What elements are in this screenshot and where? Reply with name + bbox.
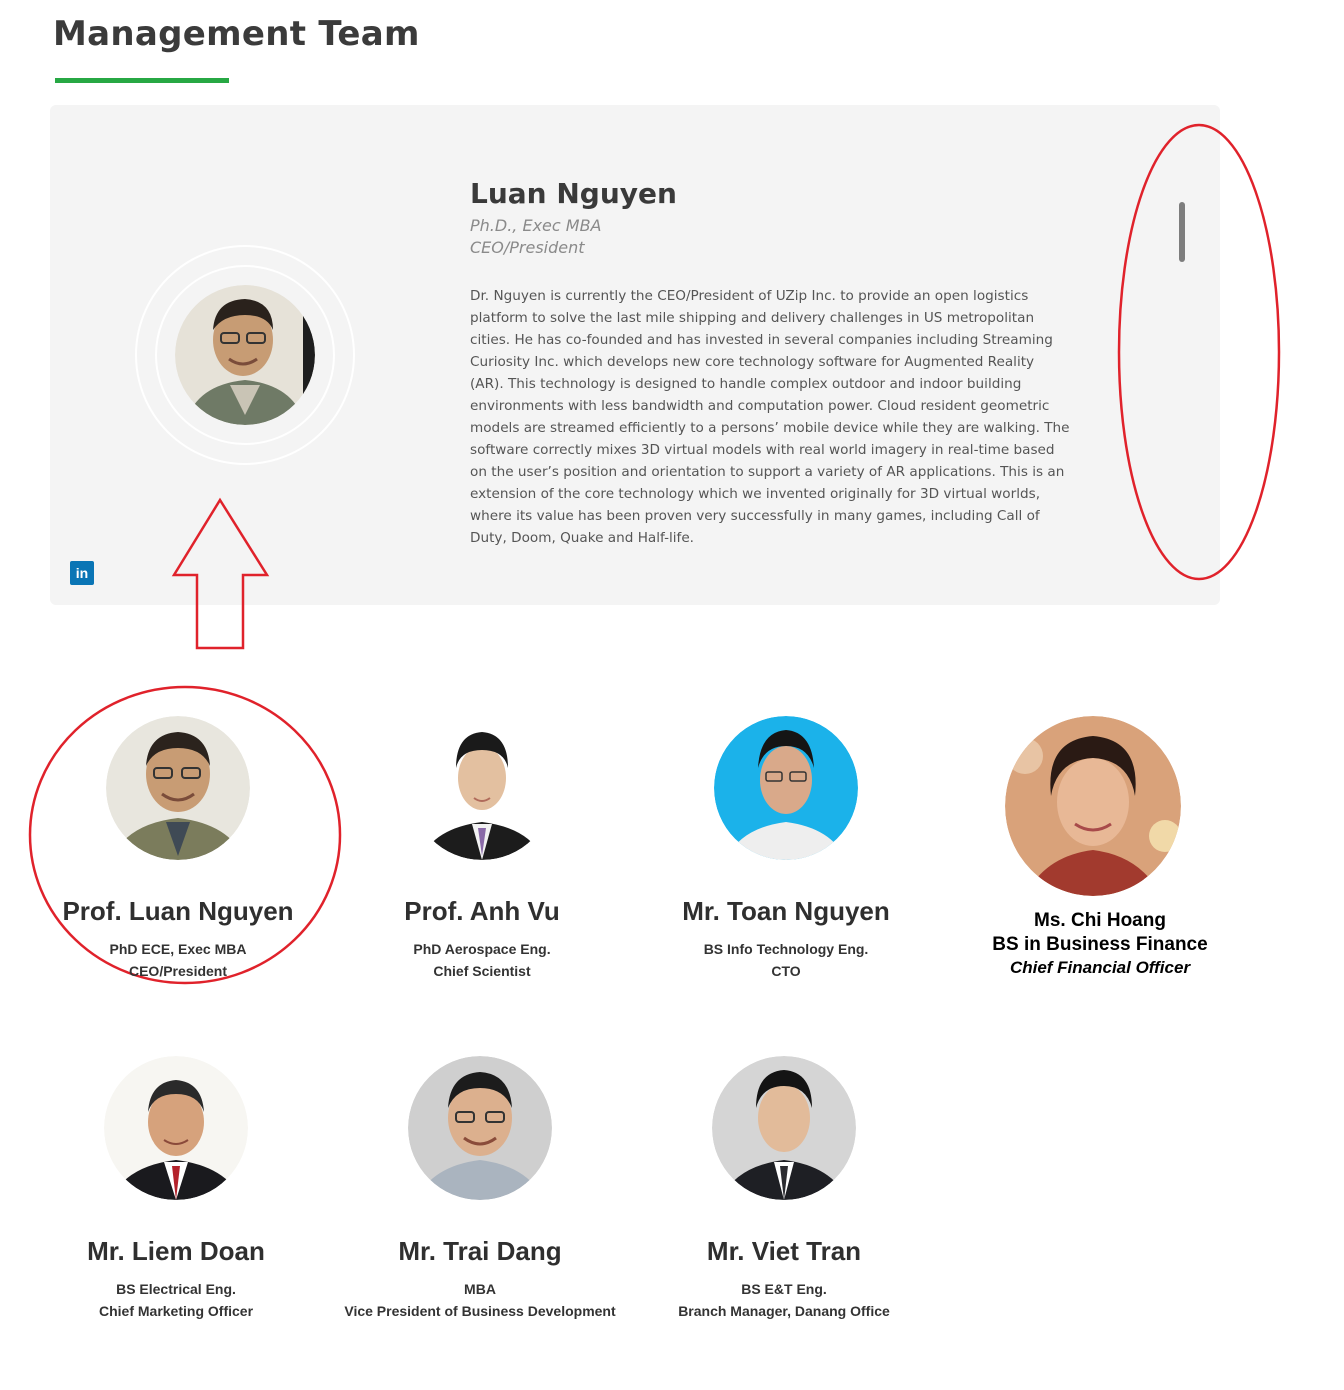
bio-scrollbar[interactable] (1178, 202, 1186, 602)
scrollbar-thumb[interactable] (1179, 202, 1185, 262)
member-avatar (106, 716, 250, 860)
member-avatar (714, 716, 858, 860)
member-role: Chief Marketing Officer (98, 1303, 254, 1319)
member-degree: BS Electrical Eng. (116, 1281, 236, 1297)
member-name: Prof. Luan Nguyen (62, 896, 294, 926)
avatar-rings (135, 245, 355, 465)
member-role: Chief Financial Officer (1009, 958, 1191, 977)
profile-detail-card: Luan Nguyen Ph.D., Exec MBA CEO/Presiden… (50, 105, 1220, 605)
title-underline (55, 78, 229, 83)
team-member-card[interactable]: Prof. Luan Nguyen PhD ECE, Exec MBA CEO/… (28, 716, 328, 986)
profile-degree: Ph.D., Exec MBA (470, 216, 602, 235)
member-degree: BS in Business Finance (992, 934, 1208, 955)
team-member-card[interactable]: Mr. Toan Nguyen BS Info Technology Eng. … (636, 716, 936, 986)
member-name: Ms. Chi Hoang (1034, 910, 1166, 931)
member-name: Mr. Trai Dang (398, 1236, 562, 1266)
member-role: Branch Manager, Danang Office (678, 1303, 890, 1319)
member-role: Vice President of Business Development (344, 1303, 616, 1319)
member-avatar (1005, 716, 1181, 896)
profile-avatar (175, 285, 315, 425)
member-name: Mr. Liem Doan (87, 1236, 265, 1266)
member-role: Chief Scientist (433, 963, 531, 979)
member-avatar (104, 1056, 248, 1200)
member-name: Prof. Anh Vu (404, 896, 560, 926)
team-member-card[interactable]: Mr. Viet Tran BS E&T Eng. Branch Manager… (634, 1056, 934, 1326)
member-avatar (408, 1056, 552, 1200)
team-member-card[interactable]: Prof. Anh Vu PhD Aerospace Eng. Chief Sc… (332, 716, 632, 986)
member-degree: PhD ECE, Exec MBA (109, 941, 247, 957)
member-avatar (712, 1056, 856, 1200)
member-degree: MBA (464, 1281, 496, 1297)
profile-role: CEO/President (470, 238, 585, 257)
team-member-card[interactable]: Mr. Trai Dang MBA Vice President of Busi… (330, 1056, 630, 1326)
member-name: Mr. Viet Tran (706, 1236, 862, 1266)
profile-name: Luan Nguyen (470, 177, 677, 210)
team-member-card[interactable]: Ms. Chi Hoang BS in Business Finance Chi… (950, 716, 1250, 986)
member-role: CEO/President (128, 963, 228, 979)
linkedin-icon[interactable]: in (70, 561, 94, 585)
member-degree: BS E&T Eng. (741, 1281, 827, 1297)
member-name: Mr. Toan Nguyen (682, 896, 890, 926)
member-role: CTO (771, 963, 801, 979)
page-title: Management Team (53, 14, 420, 54)
member-degree: BS Info Technology Eng. (703, 941, 869, 957)
member-avatar (410, 716, 554, 860)
profile-bio: Dr. Nguyen is currently the CEO/Presiden… (470, 288, 1070, 546)
team-member-card[interactable]: Mr. Liem Doan BS Electrical Eng. Chief M… (26, 1056, 326, 1326)
member-degree: PhD Aerospace Eng. (413, 941, 551, 957)
